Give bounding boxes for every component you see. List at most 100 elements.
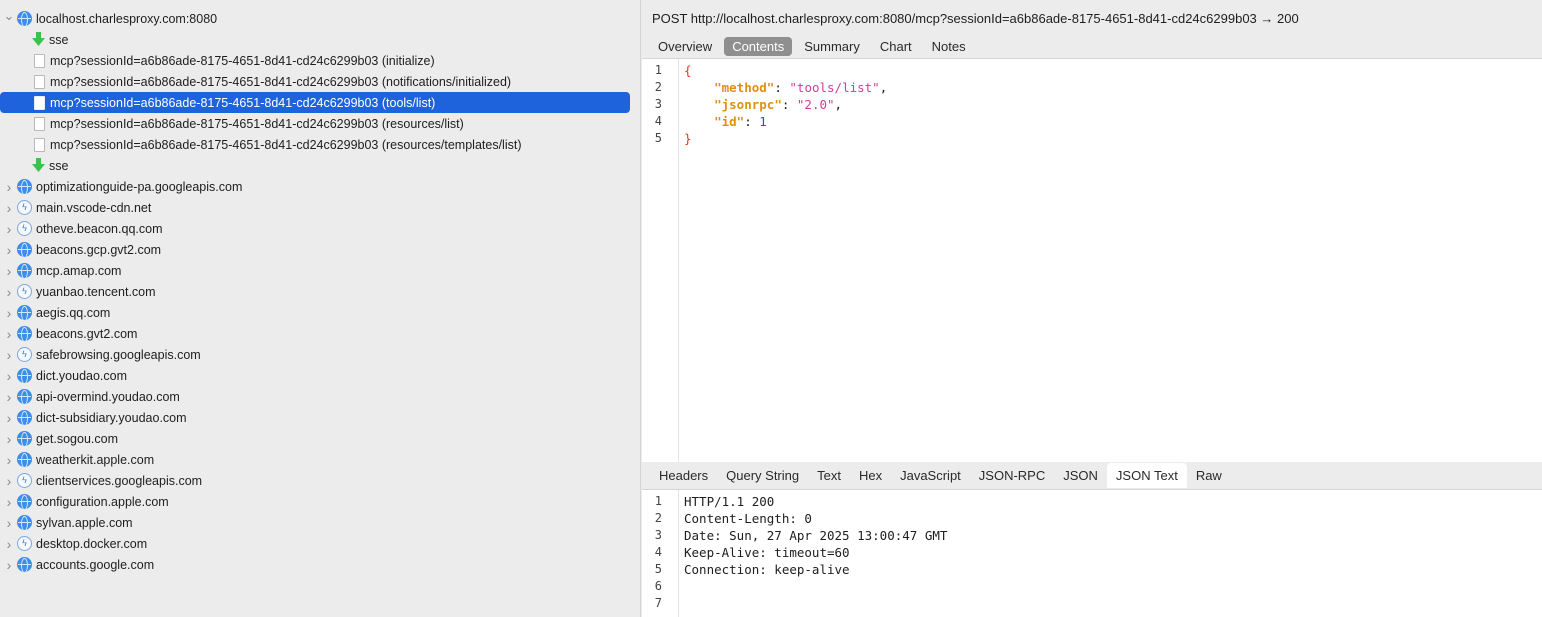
line-number: 1 [654,63,662,77]
chevron-right-icon[interactable]: › [3,200,15,216]
tree-request-item[interactable]: sse [0,155,640,176]
request-label: mcp?sessionId=a6b86ade-8175-4651-8d41-cd… [50,53,435,68]
line-number: 5 [654,131,662,145]
request-label: mcp?sessionId=a6b86ade-8175-4651-8d41-cd… [50,95,436,110]
tab-summary[interactable]: Summary [796,37,868,56]
tab-json-rpc[interactable]: JSON-RPC [970,463,1054,488]
tree-request-item[interactable]: mcp?sessionId=a6b86ade-8175-4651-8d41-cd… [0,134,640,155]
tree-host-item[interactable]: › dict-subsidiary.youdao.com [0,407,640,428]
host-label: api-overmind.youdao.com [36,389,180,404]
tree-host-item[interactable]: › ϟ otheve.beacon.qq.com [0,218,640,239]
line-number: 5 [654,562,662,576]
chevron-right-icon[interactable]: › [3,242,15,258]
globe-icon [17,305,32,320]
chevron-right-icon[interactable]: › [3,431,15,447]
tab-query-string[interactable]: Query String [717,463,808,488]
chevron-right-icon[interactable]: › [3,494,15,510]
chevron-right-icon[interactable]: › [3,368,15,384]
tree-request-item[interactable]: mcp?sessionId=a6b86ade-8175-4651-8d41-cd… [0,92,630,113]
chevron-right-icon[interactable]: › [3,557,15,573]
host-label: optimizationguide-pa.googleapis.com [36,179,243,194]
tree-host-root[interactable]: ⌄ localhost.charlesproxy.com:8080 [0,8,640,29]
tab-json-text[interactable]: JSON Text [1106,463,1187,488]
tree-request-item[interactable]: mcp?sessionId=a6b86ade-8175-4651-8d41-cd… [0,50,640,71]
host-label: safebrowsing.googleapis.com [36,347,201,362]
tree-host-item[interactable]: › get.sogou.com [0,428,640,449]
structure-tree[interactable]: ⌄ localhost.charlesproxy.com:8080 sse mcp?s… [0,0,641,617]
tree-host-item[interactable]: › dict.youdao.com [0,365,640,386]
chevron-right-icon[interactable]: › [3,473,15,489]
document-icon [34,137,45,152]
chevron-right-icon[interactable]: › [3,536,15,552]
tree-host-item[interactable]: › ϟ desktop.docker.com [0,533,640,554]
line-number: 1 [654,494,662,508]
host-label: beacons.gcp.gvt2.com [36,242,162,257]
code-line: 6 [642,578,1542,595]
tree-host-item[interactable]: › api-overmind.youdao.com [0,386,640,407]
tree-host-item[interactable]: › beacons.gcp.gvt2.com [0,239,640,260]
json-key: "jsonrpc" [714,97,782,112]
tab-json[interactable]: JSON [1054,463,1107,488]
host-label: localhost.charlesproxy.com:8080 [36,11,218,26]
chevron-right-icon[interactable]: › [3,263,15,279]
tab-notes[interactable]: Notes [924,37,974,56]
code-line: 4 "id": 1 [642,113,1542,130]
tree-host-item[interactable]: › mcp.amap.com [0,260,640,281]
chevron-right-icon[interactable]: › [3,410,15,426]
line-number: 2 [654,80,662,94]
code-line: 3 "jsonrpc": "2.0", [642,96,1542,113]
code-text: Connection: keep-alive [684,561,850,578]
chevron-right-icon[interactable]: › [3,389,15,405]
tree-host-item[interactable]: › aegis.qq.com [0,302,640,323]
chevron-right-icon[interactable]: › [3,347,15,363]
tree-host-item[interactable]: › optimizationguide-pa.googleapis.com [0,176,640,197]
tab-raw[interactable]: Raw [1187,463,1231,488]
chevron-right-icon[interactable]: › [3,326,15,342]
lightning-icon: ϟ [17,200,32,215]
host-label: main.vscode-cdn.net [36,200,152,215]
host-label: desktop.docker.com [36,536,148,551]
tab-chart[interactable]: Chart [872,37,920,56]
tab-contents[interactable]: Contents [724,37,793,56]
tree-host-item[interactable]: › ϟ clientservices.googleapis.com [0,470,640,491]
tree-host-item[interactable]: › ϟ yuanbao.tencent.com [0,281,640,302]
lightning-icon: ϟ [17,221,32,236]
tree-host-item[interactable]: › weatherkit.apple.com [0,449,640,470]
detail-pane: POST http://localhost.charlesproxy.com:8… [642,0,1542,617]
tree-request-item[interactable]: mcp?sessionId=a6b86ade-8175-4651-8d41-cd… [0,113,640,134]
tree-host-item[interactable]: › sylvan.apple.com [0,512,640,533]
tree-host-item[interactable]: › ϟ safebrowsing.googleapis.com [0,344,640,365]
globe-icon [17,452,32,467]
response-body-editor[interactable]: 1 HTTP/1.1 200 2 Content-Length: 0 3 Date: Su… [642,490,1542,617]
chevron-down-icon[interactable]: ⌄ [3,8,15,23]
tab-javascript[interactable]: JavaScript [891,463,970,488]
document-icon [34,53,45,68]
tab-headers[interactable]: Headers [650,463,717,488]
chevron-right-icon[interactable]: › [3,284,15,300]
code-text: "method": "tools/list", [714,80,888,95]
json-open-brace: { [684,63,692,78]
tree-host-item[interactable]: › configuration.apple.com [0,491,640,512]
tree-host-item[interactable]: › accounts.google.com [0,554,640,575]
globe-icon [17,242,32,257]
chevron-right-icon[interactable]: › [3,452,15,468]
request-body-editor[interactable]: 1 {2 "method": "tools/list", 3 "jsonrpc": … [642,59,1542,462]
tab-hex[interactable]: Hex [850,463,891,488]
tree-request-item[interactable]: sse [0,29,640,50]
chevron-right-icon[interactable]: › [3,179,15,195]
line-number: 7 [654,596,662,610]
code-line: 4 Keep-Alive: timeout=60 [642,544,1542,561]
code-text: } [684,130,692,147]
chevron-right-icon[interactable]: › [3,221,15,237]
globe-icon [17,431,32,446]
tab-overview[interactable]: Overview [650,37,720,56]
chevron-right-icon[interactable]: › [3,305,15,321]
chevron-right-icon[interactable]: › [3,515,15,531]
tree-host-item[interactable]: › beacons.gvt2.com [0,323,640,344]
line-number: 4 [654,114,662,128]
request-url: POST http://localhost.charlesproxy.com:8… [642,0,1542,35]
tree-request-item[interactable]: mcp?sessionId=a6b86ade-8175-4651-8d41-cd… [0,71,640,92]
host-label: clientservices.googleapis.com [36,473,203,488]
tree-host-item[interactable]: › ϟ main.vscode-cdn.net [0,197,640,218]
tab-text[interactable]: Text [808,463,850,488]
